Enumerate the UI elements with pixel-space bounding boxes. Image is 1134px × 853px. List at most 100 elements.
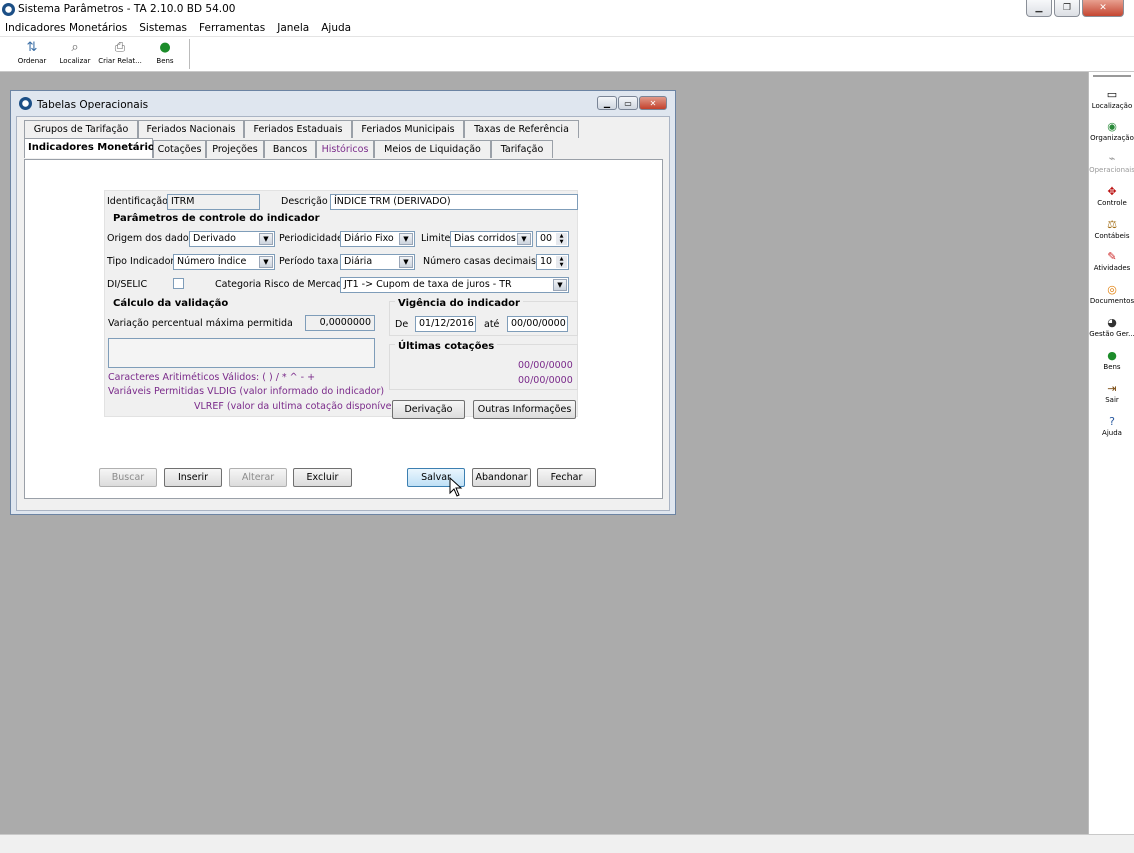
child-client-area: Grupos de Tarifação Feriados Nacionais F…: [16, 116, 670, 511]
criar-relatorio-button[interactable]: ⎙ Criar Relat...: [98, 39, 142, 69]
casas-decimais-spinner[interactable]: 10 ▲ ▼: [536, 254, 569, 270]
localizacao-item[interactable]: ▭ Localização: [1089, 88, 1134, 110]
menu-indicadores[interactable]: Indicadores Monetários: [5, 22, 127, 34]
diselic-label: DI/SELIC: [107, 279, 148, 290]
tab-feriados-municipais[interactable]: Feriados Municipais: [352, 120, 464, 138]
inserir-button[interactable]: Inserir: [164, 468, 222, 487]
calc-group-title: Cálculo da validação: [110, 298, 232, 309]
menu-janela[interactable]: Janela: [277, 22, 309, 34]
buscar-button[interactable]: Buscar: [99, 468, 157, 487]
outras-informacoes-button[interactable]: Outras Informações: [473, 400, 576, 419]
derivacao-button[interactable]: Derivação: [392, 400, 465, 419]
periodo-taxa-label: Período taxa: [279, 256, 339, 267]
management-icon: ◕: [1107, 316, 1117, 329]
status-bar: [0, 834, 1134, 853]
gestao-item[interactable]: ◕ Gestão Ger...: [1089, 316, 1134, 338]
formula-field[interactable]: [108, 338, 375, 368]
tab-feriados-nacionais[interactable]: Feriados Nacionais: [138, 120, 244, 138]
find-icon: ⌕: [71, 40, 79, 55]
child-close-button[interactable]: ✕: [639, 96, 667, 110]
diselic-checkbox[interactable]: [173, 278, 184, 289]
vlref-text: VLREF (valor da ultima cotação disponíve…: [194, 401, 398, 412]
tab-grupos-tarifacao[interactable]: Grupos de Tarifação: [24, 120, 138, 138]
title-bar: Sistema Parâmetros - TA 2.10.0 BD 54.00 …: [0, 0, 1134, 19]
chevron-down-icon: ▼: [399, 256, 413, 268]
documents-icon: ◎: [1107, 283, 1117, 296]
chevron-down-icon: ▼: [399, 233, 413, 245]
activities-icon: ✎: [1107, 250, 1117, 263]
menu-ajuda[interactable]: Ajuda: [321, 22, 351, 34]
location-icon: ▭: [1106, 88, 1118, 101]
tab-tarifacao[interactable]: Tarifação: [491, 140, 553, 158]
categoria-select[interactable]: JT1 -> Cupom de taxa de juros - TR ▼: [340, 277, 569, 293]
tab-projecoes[interactable]: Projeções: [206, 140, 264, 158]
identificacao-field[interactable]: ITRM: [167, 194, 260, 210]
ultima-cotacao-1: 00/00/0000: [518, 360, 573, 371]
operacionais-item[interactable]: ⌁ Operacionais: [1089, 152, 1134, 174]
window-icon: [19, 97, 32, 110]
minimize-button[interactable]: ▁: [1026, 0, 1052, 17]
tab-indicadores-monetarios[interactable]: Indicadores Monetários: [24, 138, 161, 158]
close-button[interactable]: ✕: [1082, 0, 1124, 17]
descricao-label: Descrição: [281, 196, 328, 207]
contabeis-item[interactable]: ⚖ Contábeis: [1089, 218, 1134, 240]
sair-item[interactable]: ⇥ Sair: [1089, 382, 1134, 404]
menu-ferramentas[interactable]: Ferramentas: [199, 22, 265, 34]
categoria-label: Categoria Risco de Mercado: [215, 279, 349, 290]
spin-down-icon[interactable]: ▼: [556, 262, 567, 268]
tab-historicos[interactable]: Históricos: [316, 140, 374, 158]
tab-taxas-referencia[interactable]: Taxas de Referência: [464, 120, 579, 138]
limite-select[interactable]: Dias corridos ▼: [450, 231, 533, 247]
print-icon: ⎙: [114, 40, 126, 55]
limite-spinner[interactable]: 00 ▲ ▼: [536, 231, 569, 247]
periodo-taxa-select[interactable]: Diária ▼: [340, 254, 415, 270]
window-title: Sistema Parâmetros - TA 2.10.0 BD 54.00: [18, 3, 236, 15]
window-controls: ▁ ❐ ✕: [1026, 0, 1124, 17]
variacao-field[interactable]: 0,0000000: [305, 315, 375, 331]
tab-page-indicadores: Identificação ITRM Descrição ÍNDICE TRM …: [24, 159, 663, 499]
maximize-button[interactable]: ❐: [1054, 0, 1080, 17]
data-fim-field[interactable]: 00/00/0000: [507, 316, 568, 332]
organizacao-item[interactable]: ◉ Organização: [1089, 120, 1134, 142]
periodicidade-select[interactable]: Diário Fixo ▼: [340, 231, 415, 247]
bens-button[interactable]: ● Bens: [152, 39, 178, 69]
atividades-item[interactable]: ✎ Atividades: [1089, 250, 1134, 272]
money-bag-icon: ●: [159, 40, 171, 55]
child-restore-button[interactable]: ▭: [618, 96, 638, 110]
bens-item[interactable]: ● Bens: [1089, 349, 1134, 371]
child-minimize-button[interactable]: ▁: [597, 96, 617, 110]
alterar-button[interactable]: Alterar: [229, 468, 287, 487]
fechar-button[interactable]: Fechar: [537, 468, 596, 487]
excluir-button[interactable]: Excluir: [293, 468, 352, 487]
tabelas-operacionais-window: Tabelas Operacionais ▁ ▭ ✕ Grupos de Tar…: [10, 90, 676, 515]
toolbar-divider: [189, 39, 190, 69]
menu-sistemas[interactable]: Sistemas: [139, 22, 187, 34]
vigencia-title: Vigência do indicador: [395, 298, 523, 309]
data-inicio-field[interactable]: 01/12/2016: [415, 316, 476, 332]
documentos-item[interactable]: ◎ Documentos: [1089, 283, 1134, 305]
chevron-down-icon: ▼: [259, 233, 273, 245]
spin-down-icon[interactable]: ▼: [556, 239, 567, 245]
ajuda-item[interactable]: ? Ajuda: [1089, 415, 1134, 437]
help-icon: ?: [1109, 415, 1115, 428]
controle-item[interactable]: ✥ Controle: [1089, 185, 1134, 207]
abandonar-button[interactable]: Abandonar: [472, 468, 531, 487]
mouse-cursor-icon: [449, 477, 463, 497]
descricao-field[interactable]: ÍNDICE TRM (DERIVADO): [330, 194, 578, 210]
ultima-cotacao-2: 00/00/0000: [518, 375, 573, 386]
de-label: De: [395, 319, 409, 330]
origem-select[interactable]: Derivado ▼: [189, 231, 275, 247]
ordenar-button[interactable]: ⇅ Ordenar: [16, 39, 48, 69]
sort-icon: ⇅: [26, 40, 38, 55]
tab-meios-liquidacao[interactable]: Meios de Liquidação: [374, 140, 491, 158]
params-group-title: Parâmetros de controle do indicador: [110, 213, 323, 224]
tab-bancos[interactable]: Bancos: [264, 140, 316, 158]
tab-feriados-estaduais[interactable]: Feriados Estaduais: [244, 120, 352, 138]
chevron-down-icon: ▼: [517, 233, 531, 245]
limite-label: Limite: [421, 233, 451, 244]
exit-icon: ⇥: [1107, 382, 1117, 395]
tab-cotacoes[interactable]: Cotações: [153, 140, 206, 158]
tipo-indicador-select[interactable]: Número Índice ▼: [173, 254, 275, 270]
localizar-button[interactable]: ⌕ Localizar: [58, 39, 92, 69]
variacao-label: Variação percentual máxima permitida: [108, 318, 293, 329]
